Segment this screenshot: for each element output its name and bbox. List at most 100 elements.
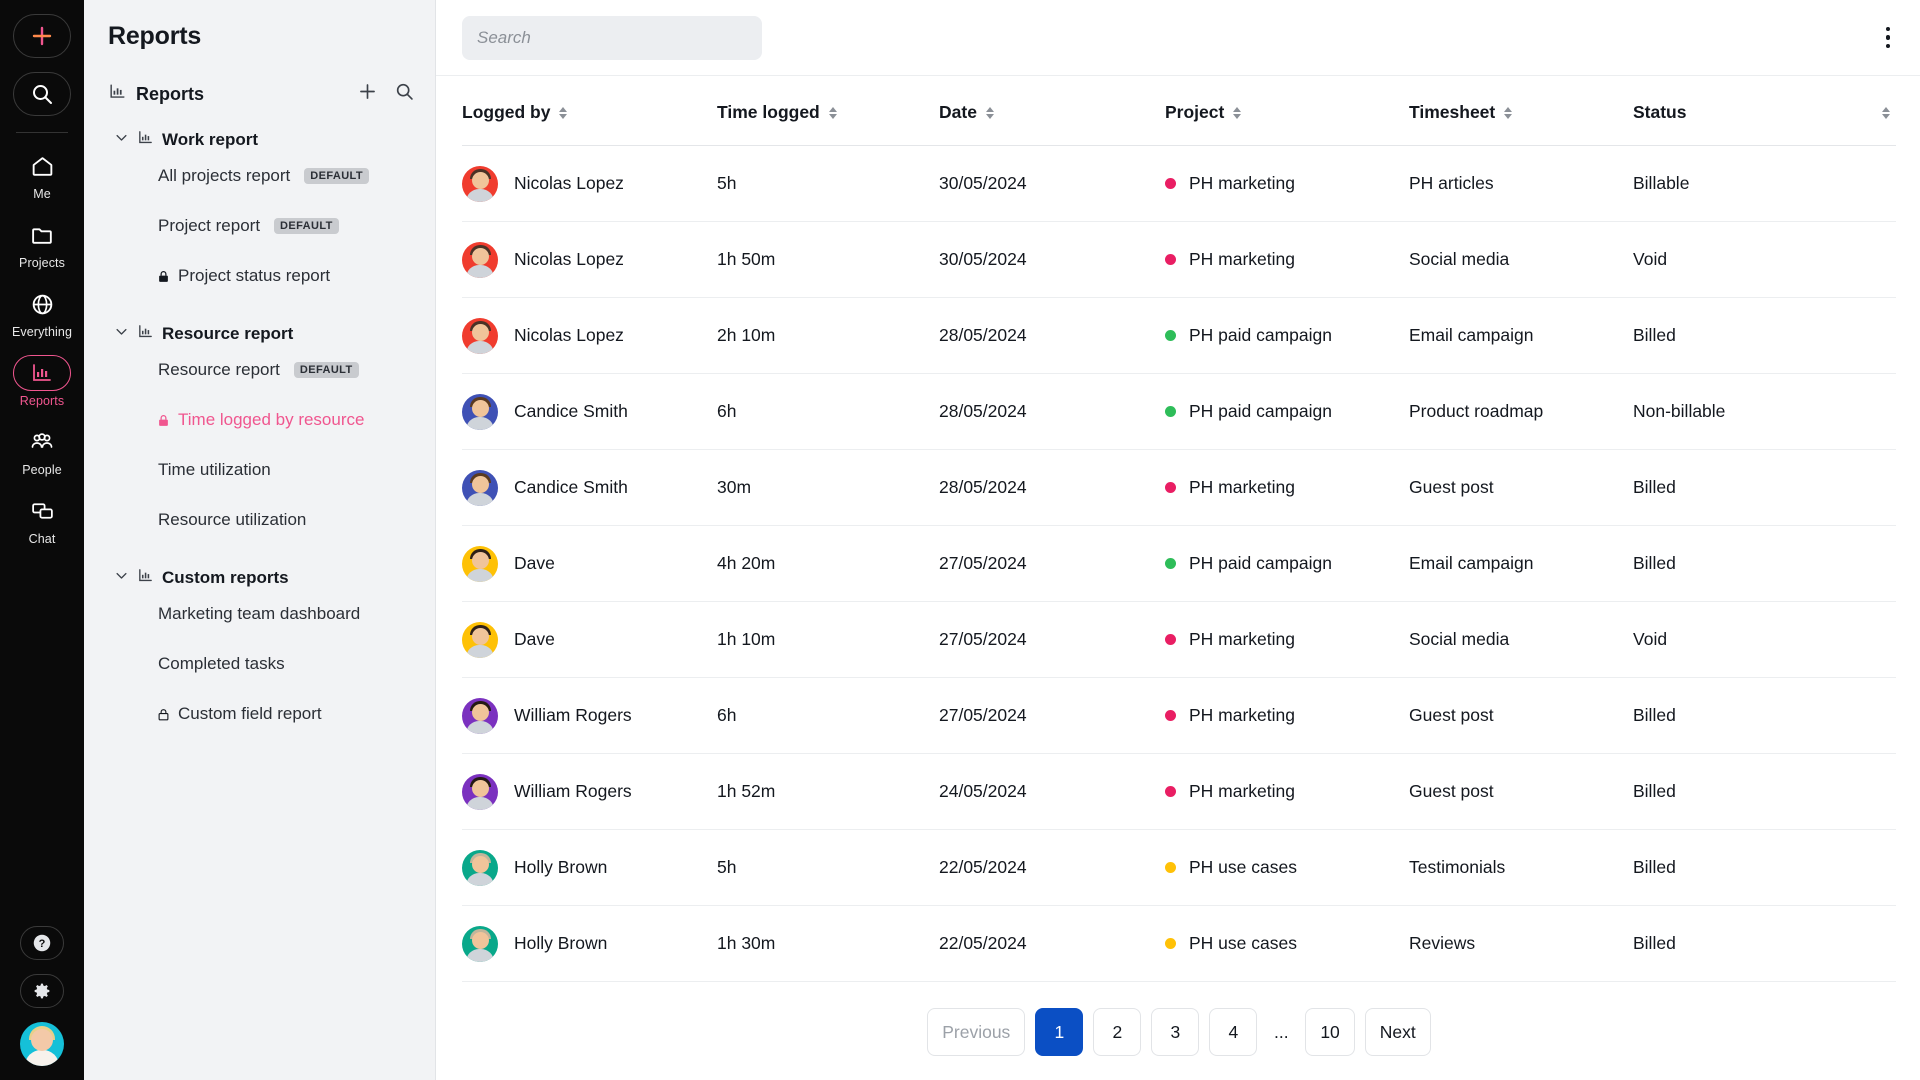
table-row[interactable]: Dave 1h 10m 27/05/2024 PH marketing Social m… (462, 601, 1896, 678)
table-row[interactable]: Candice Smith 30m 28/05/2024 PH marketing Gu… (462, 449, 1896, 526)
avatar (462, 393, 498, 430)
cell-timesheet: Social media (1409, 221, 1633, 298)
sidebar-item-project-report[interactable]: Project report DEFAULT (84, 201, 435, 251)
project-color-dot (1165, 558, 1176, 569)
rail-item-chat[interactable]: Chat (0, 484, 84, 553)
column-header-date[interactable]: Date (939, 76, 1165, 146)
lock-icon (156, 707, 171, 722)
rail-divider (16, 132, 68, 133)
search-input[interactable] (477, 27, 747, 48)
table-row[interactable]: Nicolas Lopez 5h 30/05/2024 PH marketing PH … (462, 145, 1896, 222)
project-name: PH paid campaign (1189, 325, 1332, 345)
sidebar-search-button[interactable] (394, 81, 415, 107)
table-row[interactable]: Nicolas Lopez 1h 50m 30/05/2024 PH marketin… (462, 221, 1896, 298)
sort-icon[interactable] (828, 106, 837, 119)
cell-status: Billed (1633, 753, 1896, 830)
cell-logged-by: Nicolas Lopez (462, 145, 717, 222)
sidebar-item-time-utilization[interactable]: Time utilization (84, 445, 435, 495)
cell-date: 22/05/2024 (939, 905, 1165, 982)
cell-timesheet: Reviews (1409, 905, 1633, 982)
avatar (462, 621, 498, 658)
sidebar-item-marketing-team-dashboard[interactable]: Marketing team dashboard (84, 589, 435, 639)
table-row[interactable]: Nicolas Lopez 2h 10m 28/05/2024 PH paid cam… (462, 297, 1896, 374)
sort-icon[interactable] (1882, 106, 1890, 119)
rail-item-reports[interactable]: Reports (0, 346, 84, 415)
avatar (462, 545, 498, 582)
rail-item-everything[interactable]: Everything (0, 277, 84, 346)
people-icon (13, 424, 71, 460)
cell-date: 30/05/2024 (939, 221, 1165, 298)
kebab-dot (1885, 43, 1890, 49)
sidebar-root-reports[interactable]: Reports (84, 51, 435, 107)
table-row[interactable]: Candice Smith 6h 28/05/2024 PH paid campaig… (462, 373, 1896, 450)
pagination-page-last[interactable]: 10 (1305, 1008, 1355, 1056)
rail-label-chat: Chat (28, 532, 56, 546)
table-row[interactable]: Holly Brown 1h 30m 22/05/2024 PH use cases R… (462, 905, 1896, 982)
table-row[interactable]: William Rogers 6h 27/05/2024 PH marketing Gu… (462, 677, 1896, 754)
column-header-status[interactable]: Status (1633, 76, 1896, 146)
cell-project: PH marketing (1165, 753, 1409, 830)
project-color-dot (1165, 254, 1176, 265)
pagination-page-1[interactable]: 1 (1035, 1008, 1084, 1056)
table-row[interactable]: William Rogers 1h 52m 24/05/2024 PH marketi… (462, 753, 1896, 830)
cell-time-logged: 1h 10m (717, 601, 939, 678)
column-header-logged-by[interactable]: Logged by (462, 76, 717, 146)
avatar[interactable] (20, 1022, 64, 1066)
sidebar-item-label: Custom field report (178, 704, 322, 723)
icon-rail: Me Projects Everything Reports People Ch… (0, 0, 84, 1080)
sidebar-item-resource-utilization[interactable]: Resource utilization (84, 495, 435, 545)
sort-icon[interactable] (1233, 106, 1242, 119)
rail-item-me[interactable]: Me (0, 139, 84, 208)
sidebar-group-header[interactable]: Work report (84, 129, 435, 151)
sidebar-item-label: Project status report (178, 266, 331, 285)
table-row[interactable]: Holly Brown 5h 22/05/2024 PH use cases Testi… (462, 829, 1896, 906)
settings-button[interactable] (20, 974, 64, 1008)
search-box[interactable] (462, 15, 762, 60)
sort-icon[interactable] (1504, 106, 1513, 119)
lock-icon (156, 413, 171, 428)
more-options-button[interactable] (1880, 21, 1897, 55)
sidebar-item-label: All projects report (158, 166, 291, 185)
pagination-previous[interactable]: Previous (927, 1008, 1026, 1056)
add-new-button[interactable] (13, 14, 71, 58)
sidebar-item-label: Resource utilization (158, 510, 307, 529)
sidebar-group-header[interactable]: Custom reports (84, 567, 435, 589)
sidebar-item-custom-field-report[interactable]: Custom field report (84, 689, 435, 739)
main-content: Logged by Time logged (436, 0, 1920, 1080)
pagination-page-3[interactable]: 3 (1151, 1008, 1200, 1056)
cell-date: 24/05/2024 (939, 753, 1165, 830)
project-name: PH marketing (1189, 249, 1296, 269)
cell-time-logged: 1h 50m (717, 221, 939, 298)
svg-text:?: ? (39, 938, 46, 950)
column-header-timesheet[interactable]: Timesheet (1409, 76, 1633, 146)
sidebar-item-time-logged-by-resource[interactable]: Time logged by resource (84, 395, 435, 445)
sidebar-group-header[interactable]: Resource report (84, 323, 435, 345)
cell-date: 30/05/2024 (939, 145, 1165, 222)
avatar (462, 317, 498, 354)
add-report-button[interactable] (357, 81, 378, 107)
sidebar-item-label: Time logged by resource (178, 410, 365, 429)
sidebar-item-project-status-report[interactable]: Project status report (84, 251, 435, 301)
sort-icon[interactable] (985, 106, 994, 119)
table-row[interactable]: Dave 4h 20m 27/05/2024 PH paid campaign Emai… (462, 525, 1896, 602)
pagination-page-4[interactable]: 4 (1209, 1008, 1258, 1056)
rail-item-people[interactable]: People (0, 415, 84, 484)
rail-item-projects[interactable]: Projects (0, 208, 84, 277)
pagination-page-2[interactable]: 2 (1093, 1008, 1142, 1056)
pagination-next[interactable]: Next (1364, 1008, 1431, 1056)
column-header-time-logged[interactable]: Time logged (717, 76, 939, 146)
avatar (462, 849, 498, 886)
sort-icon[interactable] (559, 106, 568, 119)
project-color-dot (1165, 330, 1176, 341)
user-name: Dave (514, 553, 555, 573)
sidebar-item-completed-tasks[interactable]: Completed tasks (84, 639, 435, 689)
cell-time-logged: 1h 30m (717, 905, 939, 982)
rail-search-button[interactable] (13, 72, 71, 116)
chevron-down-icon (114, 130, 129, 150)
sidebar-item-resource-report[interactable]: Resource report DEFAULT (84, 345, 435, 395)
sidebar-item-all-projects-report[interactable]: All projects report DEFAULT (84, 151, 435, 201)
reports-table-container: Logged by Time logged Date Project Times… (436, 76, 1920, 1056)
help-button[interactable]: ? (20, 926, 64, 960)
sidebar-root-actions (357, 81, 415, 107)
column-header-project[interactable]: Project (1165, 76, 1409, 146)
